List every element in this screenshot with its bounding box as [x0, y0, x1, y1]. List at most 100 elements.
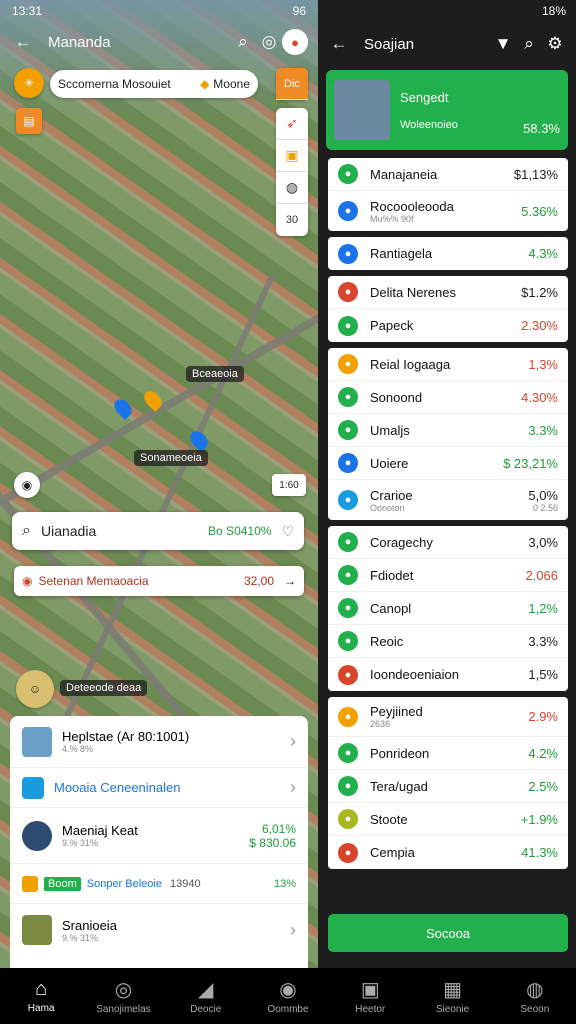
- layers-icon[interactable]: ▤: [16, 108, 42, 134]
- list-item[interactable]: Maeniaj Keat 9.% 31% 6,01% $ 830.06: [10, 808, 308, 864]
- arrow-right-icon[interactable]: →: [284, 574, 296, 588]
- nav-icon: ▦: [443, 979, 462, 1001]
- primary-action-button[interactable]: Socooa: [328, 914, 568, 952]
- metric-label-wrap: Papeck: [370, 318, 502, 333]
- search-input[interactable]: Uianadia: [41, 523, 96, 539]
- map-place-label[interactable]: Bceaeoia: [186, 366, 244, 382]
- sun-icon[interactable]: ☀: [14, 68, 44, 98]
- metric-row[interactable]: ● Ponrideon 4.2%: [328, 737, 568, 770]
- metric-label-wrap: Reoic: [370, 634, 502, 649]
- metric-label-wrap: Manajaneia: [370, 167, 502, 182]
- nav-item[interactable]: ◉ Oommbe: [247, 968, 329, 1024]
- metrics-card: ● Manajaneia $1,13% ● Rocoooleooda Mu%% 90f 5.…: [328, 158, 568, 231]
- nav-item[interactable]: ◍ Seoon: [494, 968, 576, 1024]
- metric-value: 3.3%: [528, 633, 558, 649]
- featured-card[interactable]: Sengedt Woleenoieo 58.3%: [326, 70, 568, 150]
- metric-row[interactable]: ● Manajaneia $1,13%: [328, 158, 568, 191]
- metric-row[interactable]: ● Reoic 3.3%: [328, 625, 568, 658]
- metric-icon: ●: [338, 420, 358, 440]
- location-chip[interactable]: Sccomerna Mosouiet ◆ Moone: [50, 70, 258, 98]
- metric-row[interactable]: ● Cempia 41.3%: [328, 836, 568, 869]
- list-item[interactable]: Mooaia Ceneeninalen ›: [10, 768, 308, 808]
- metric-row[interactable]: ● Tera/ugad 2.5%: [328, 770, 568, 803]
- list-item-title: Sranioeia: [62, 917, 117, 933]
- metric-label: Sonoond: [370, 389, 423, 405]
- metric-value-wrap: 4.30%: [502, 390, 558, 405]
- back-arrow-icon[interactable]: ←: [326, 31, 352, 57]
- metric-label: Coragechy: [370, 534, 433, 550]
- metric-row[interactable]: ● Rantiagela 4.3%: [328, 237, 568, 270]
- nav-item[interactable]: ⌂ Hama: [0, 968, 82, 1024]
- metric-label: Ponrideon: [370, 745, 430, 761]
- metric-row[interactable]: ● Reial Iogaaga 1,3%: [328, 348, 568, 381]
- map-panel[interactable]: 13:31 96 ← Mananda ⌕ ◎ ● ☀ Sccomerna Mos…: [0, 0, 318, 968]
- search-icon[interactable]: ⌕: [516, 31, 542, 57]
- metric-label-wrap: Uoiere: [370, 456, 502, 471]
- search-icon[interactable]: ⌕: [230, 29, 256, 55]
- metric-sub: 2636: [370, 719, 391, 729]
- metric-label-wrap: Fdiodet: [370, 568, 502, 583]
- my-location-icon[interactable]: ◉: [14, 472, 40, 498]
- metric-row[interactable]: ● Delita Nerenes $1.2%: [328, 276, 568, 309]
- metric-row[interactable]: ● Fdiodet 2.066: [328, 559, 568, 592]
- metric-value-wrap: $1,13%: [502, 167, 558, 182]
- metric-value: $ 23,21%: [503, 455, 558, 471]
- compass-icon[interactable]: ◍: [276, 172, 308, 204]
- route-summary-bar[interactable]: ◉ Setenan Memaoacia 32,00 →: [14, 566, 304, 596]
- list-item[interactable]: Boom Sonper Beleoie 13940 13%: [10, 864, 308, 904]
- nav-label: Sanojimelas: [96, 1004, 151, 1015]
- metric-value-2: 0 2.56: [532, 502, 558, 513]
- list-item[interactable]: Heplstae (Ar 80:1001) 4.% 8% ›: [10, 716, 308, 768]
- metric-row[interactable]: ● Ioondeoeniaion 1,5%: [328, 658, 568, 691]
- avatar[interactable]: ☺: [16, 670, 54, 708]
- favorite-icon[interactable]: ♡: [281, 523, 294, 540]
- map-search-box[interactable]: ⌕ Uianadia Bo S0410% ♡: [12, 512, 304, 550]
- chevron-right-icon[interactable]: ›: [290, 731, 296, 752]
- metric-label-wrap: Reial Iogaaga: [370, 357, 502, 372]
- metric-row[interactable]: ● Rocoooleooda Mu%% 90f 5.36%: [328, 191, 568, 231]
- metric-row[interactable]: ● Sonoond 4.30%: [328, 381, 568, 414]
- metric-label: Canopl: [370, 600, 412, 616]
- metric-row[interactable]: ● Canopl 1,2%: [328, 592, 568, 625]
- nav-item[interactable]: ◎ Sanojimelas: [82, 968, 164, 1024]
- chevron-right-icon[interactable]: ›: [290, 920, 296, 941]
- filter-icon[interactable]: ▼: [490, 31, 516, 57]
- metric-row[interactable]: ● Stoote +1.9%: [328, 803, 568, 836]
- metrics-list: ● Manajaneia $1,13% ● Rocoooleooda Mu%% 90f 5.…: [318, 158, 576, 869]
- zoom-level[interactable]: 30: [276, 204, 308, 236]
- metric-label-wrap: Tera/ugad: [370, 779, 502, 794]
- metric-row[interactable]: ● Umaljs 3.3%: [328, 414, 568, 447]
- metric-value-wrap: $1.2%: [502, 285, 558, 300]
- metric-label: Reial Iogaaga: [370, 356, 451, 372]
- metric-label: Rantiagela: [370, 246, 433, 261]
- list-item-title: Heplstae (Ar 80:1001): [62, 729, 190, 744]
- metric-label: Uoiere: [370, 455, 409, 471]
- metric-value: 4.2%: [528, 745, 558, 761]
- side-action-button[interactable]: Dic: [276, 68, 308, 100]
- nav-item[interactable]: ◢ Deocie: [165, 968, 247, 1024]
- map-place-label[interactable]: Sonameoeia: [134, 450, 208, 466]
- location-icon[interactable]: ◎: [256, 29, 282, 55]
- nav-item[interactable]: ▦ Sieonie: [411, 968, 493, 1024]
- metric-row[interactable]: ● Peyjiined 2636 2.9%: [328, 697, 568, 737]
- back-arrow-icon[interactable]: ←: [10, 29, 36, 55]
- metric-sub: Mu%% 90f: [370, 213, 414, 224]
- metric-row[interactable]: ● Crarioe Oonoton 5,0% 0 2.56: [328, 480, 568, 520]
- metric-row[interactable]: ● Uoiere $ 23,21%: [328, 447, 568, 480]
- metric-value-wrap: 41.3%: [502, 845, 558, 860]
- route-icon[interactable]: ➶: [276, 108, 308, 140]
- metric-value-wrap: 5,0% 0 2.56: [502, 488, 558, 513]
- avatar[interactable]: ●: [282, 29, 308, 55]
- metric-label-wrap: Cempia: [370, 845, 502, 860]
- metric-row[interactable]: ● Coragechy 3,0%: [328, 526, 568, 559]
- list-item[interactable]: Sranioeia 9.% 31% ›: [10, 904, 308, 956]
- status-bar: 13:31 96: [0, 0, 318, 22]
- nav-item[interactable]: ▣ Heetor: [329, 968, 411, 1024]
- settings-icon[interactable]: ⚙: [542, 31, 568, 57]
- bookmark-icon[interactable]: ▣: [276, 140, 308, 172]
- metric-value: 5,0%: [528, 487, 558, 503]
- metric-label: Peyjiined: [370, 704, 423, 719]
- chevron-right-icon[interactable]: ›: [290, 777, 296, 798]
- metric-icon: ●: [338, 598, 358, 618]
- metric-row[interactable]: ● Papeck 2.30%: [328, 309, 568, 342]
